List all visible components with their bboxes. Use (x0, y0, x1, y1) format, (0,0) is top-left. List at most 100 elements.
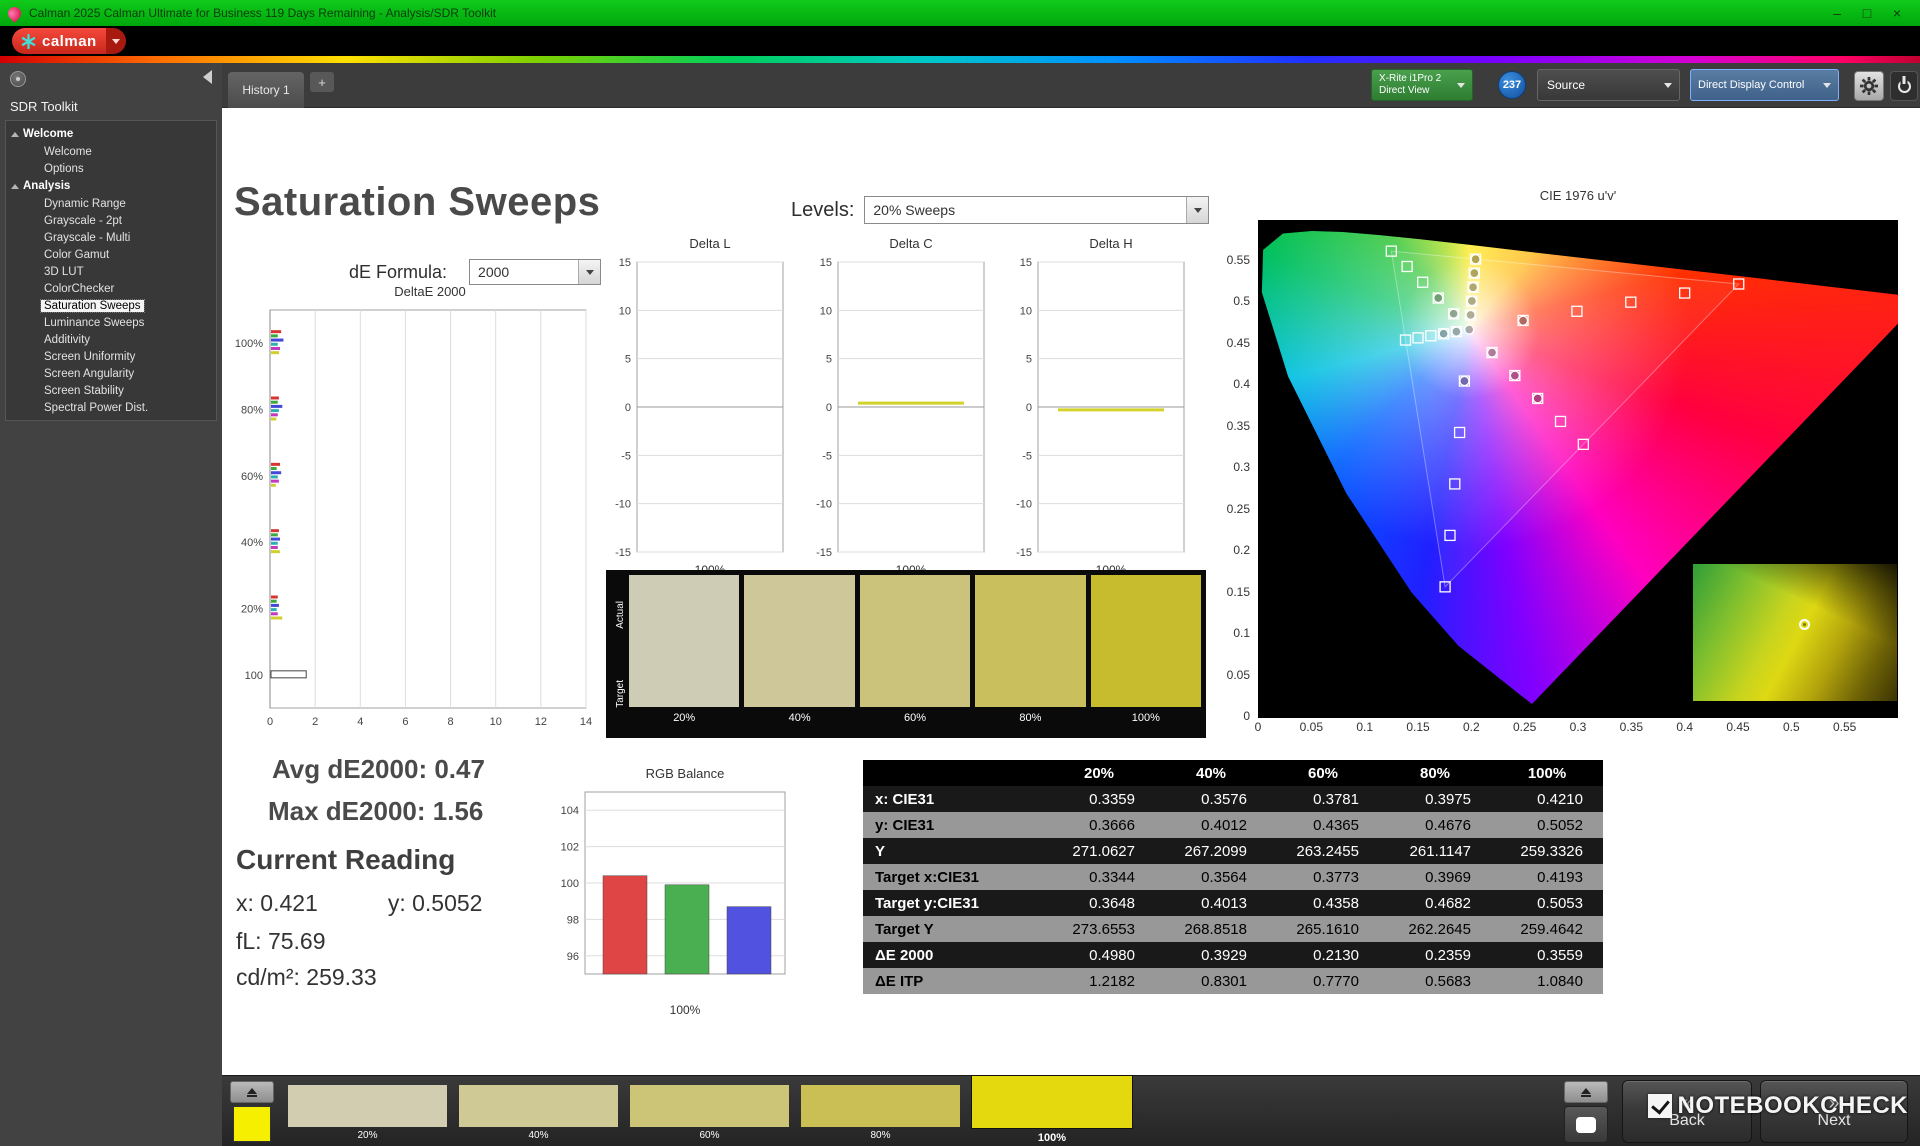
table-row: x: CIE310.33590.35760.37810.39750.4210 (863, 786, 1603, 812)
minimize-button[interactable]: – (1822, 5, 1852, 21)
sidebar-item-spectral-power-dist[interactable]: Spectral Power Dist. (6, 399, 216, 416)
meter-mode: Direct View (1379, 85, 1441, 98)
watermark-text: CHECK (1820, 1092, 1908, 1120)
pattern-window-button[interactable] (1564, 1106, 1608, 1143)
deltae-chart-svg: 02468101214100%80%60%40%20%100 (222, 304, 594, 742)
sweep-swatch-strip: Actual Target 20%40%60%80%100% (606, 570, 1206, 738)
sidebar-item-saturation-sweeps[interactable]: Saturation Sweeps (6, 297, 216, 314)
pattern-swatch-40%[interactable]: 40% (459, 1085, 618, 1143)
sidebar-item-color-gamut[interactable]: Color Gamut (6, 246, 216, 263)
pattern-expand-left-button[interactable] (230, 1081, 274, 1103)
svg-text:8: 8 (448, 716, 454, 728)
svg-text:98: 98 (567, 914, 579, 926)
sidebar-item-additivity[interactable]: Additivity (6, 331, 216, 348)
meter-dropdown[interactable]: X-Rite i1Pro 2 Direct View (1371, 69, 1473, 101)
close-button[interactable]: × (1882, 5, 1912, 21)
svg-text:104: 104 (561, 805, 579, 817)
logo-dropdown-arrow-icon[interactable] (106, 28, 126, 54)
bottom-swatches: 20%40%60%80%100% (288, 1076, 1144, 1146)
delta-l-title: Delta L (603, 236, 789, 256)
de-formula-value: 2000 (470, 264, 509, 280)
maximize-button[interactable]: □ (1852, 5, 1882, 21)
meter-name: X-Rite i1Pro 2 (1379, 73, 1441, 86)
source-dropdown[interactable]: Source (1537, 69, 1680, 101)
swatch-labels: 20%40%60%80%100% (629, 707, 1201, 729)
table-column-header: 100% (1491, 760, 1603, 786)
tab-label: History 1 (242, 83, 289, 97)
sidebar-item-dynamic-range[interactable]: Dynamic Range (6, 195, 216, 212)
rgb-balance-chart: RGB Balance 9698100102104 100% (547, 766, 797, 1017)
svg-text:20%: 20% (241, 604, 263, 616)
table-row: Y271.0627267.2099263.2455261.1147259.332… (863, 838, 1603, 864)
table-column-header: 20% (1043, 760, 1155, 786)
display-control-label: Direct Display Control (1691, 79, 1804, 91)
deltae-chart: DeltaE 2000 02468101214100%80%60%40%20%1… (222, 284, 594, 747)
sidebar-options-button[interactable] (10, 71, 26, 87)
current-x: x: 0.421 (236, 890, 318, 917)
sidebar-tree: WelcomeWelcomeOptionsAnalysisDynamic Ran… (5, 120, 217, 421)
pattern-swatch-60%[interactable]: 60% (630, 1085, 789, 1143)
sidebar-item-screen-angularity[interactable]: Screen Angularity (6, 365, 216, 382)
svg-text:-5: -5 (1022, 450, 1032, 462)
table-row: Target x:CIE310.33440.35640.37730.39690.… (863, 864, 1603, 890)
svg-text:-10: -10 (816, 499, 832, 511)
svg-text:15: 15 (619, 257, 631, 269)
svg-text:15: 15 (1020, 257, 1032, 269)
sidebar-item-screen-stability[interactable]: Screen Stability (6, 382, 216, 399)
sidebar-section-welcome[interactable]: Welcome (6, 125, 216, 143)
sidebar-section-analysis[interactable]: Analysis (6, 177, 216, 195)
display-control-dropdown[interactable]: Direct Display Control (1690, 69, 1839, 101)
sweep-swatch-label: 80% (975, 707, 1085, 729)
title-bar: Calman 2025 Calman Ultimate for Business… (0, 0, 1920, 26)
sweep-swatch-20% (629, 575, 739, 707)
current-y: y: 0.5052 (388, 890, 483, 917)
cie-x-axis: 00.050.10.150.20.250.30.350.40.450.50.55 (1258, 720, 1898, 736)
svg-text:5: 5 (826, 354, 832, 366)
power-button[interactable] (1890, 71, 1918, 101)
pattern-swatch-80%[interactable]: 80% (801, 1085, 960, 1143)
cie-plot-area (1258, 220, 1898, 718)
svg-text:5: 5 (1026, 354, 1032, 366)
svg-text:10: 10 (619, 305, 631, 317)
sidebar-item-screen-uniformity[interactable]: Screen Uniformity (6, 348, 216, 365)
pattern-swatch-20%[interactable]: 20% (288, 1085, 447, 1143)
main-content: Saturation Sweeps Levels: 20% Sweeps dE … (222, 108, 1920, 1075)
sidebar-item-options[interactable]: Options (6, 160, 216, 177)
sweep-swatch-label: 100% (1091, 707, 1201, 729)
calman-logo-menu[interactable]: calman (12, 28, 126, 54)
rgb-balance-xlabel: 100% (547, 1003, 797, 1017)
svg-text:10: 10 (820, 305, 832, 317)
svg-text:-10: -10 (1016, 499, 1032, 511)
calman-logo-mark-icon (21, 34, 36, 49)
de-formula-dropdown[interactable]: 2000 (469, 259, 601, 285)
tab-history-1[interactable]: History 1 (228, 72, 304, 108)
actual-label: Actual (615, 601, 626, 629)
delta-h-chart: Delta H -15-10-5051015 100% (1004, 236, 1190, 577)
power-icon (1898, 80, 1911, 93)
results-table: 20%40%60%80%100%x: CIE310.33590.35760.37… (863, 760, 1603, 994)
sidebar-item-grayscale-multi[interactable]: Grayscale - Multi (6, 229, 216, 246)
avg-de2000: Avg dE2000: 0.47 (272, 754, 485, 785)
pattern-swatch-100%[interactable]: 100% (972, 1076, 1132, 1146)
sidebar-item-welcome[interactable]: Welcome (6, 143, 216, 160)
pattern-expand-right-button[interactable] (1564, 1081, 1608, 1103)
source-label: Source (1538, 78, 1585, 92)
measurement-count-badge: 237 (1498, 71, 1526, 99)
sidebar-title: SDR Toolkit (0, 97, 222, 120)
cie-inset-marker (1799, 619, 1810, 630)
sidebar-item-grayscale-2pt[interactable]: Grayscale - 2pt (6, 212, 216, 229)
settings-gear-button[interactable] (1854, 71, 1884, 101)
sweep-swatch-label: 20% (629, 707, 739, 729)
sidebar-item-colorchecker[interactable]: ColorChecker (6, 280, 216, 297)
sidebar-collapse-button[interactable] (203, 70, 212, 84)
add-tab-button[interactable]: + (310, 72, 334, 92)
svg-text:102: 102 (561, 842, 579, 854)
sidebar-item-luminance-sweeps[interactable]: Luminance Sweeps (6, 314, 216, 331)
svg-text:12: 12 (535, 716, 547, 728)
sidebar: SDR Toolkit WelcomeWelcomeOptionsAnalysi… (0, 63, 222, 1146)
chevron-down-icon (1457, 83, 1465, 88)
deltae-chart-title: DeltaE 2000 (222, 284, 594, 304)
levels-dropdown[interactable]: 20% Sweeps (864, 196, 1209, 224)
rainbow-stripe (0, 56, 1920, 63)
sidebar-item-3d-lut[interactable]: 3D LUT (6, 263, 216, 280)
